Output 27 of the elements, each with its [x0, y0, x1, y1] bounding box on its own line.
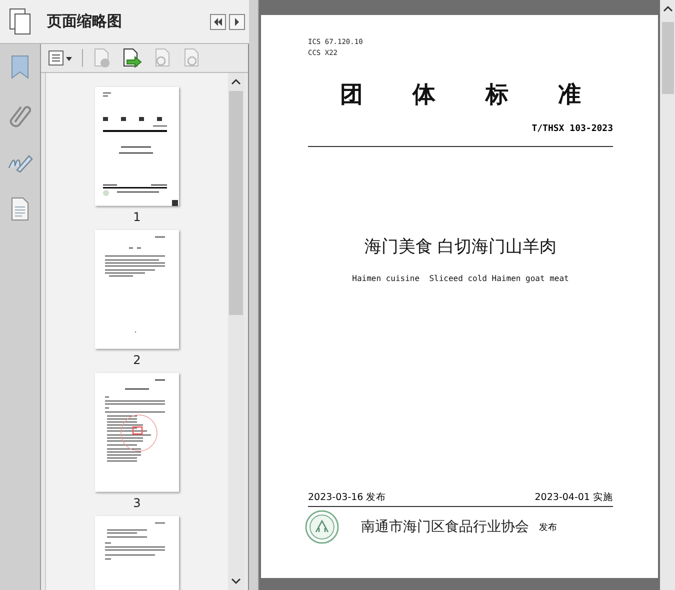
- page-number: 1: [133, 210, 141, 224]
- scrollbar-thumb[interactable]: [229, 91, 243, 315]
- page-number: 2: [133, 353, 141, 367]
- standard-heading: 准: [558, 81, 581, 110]
- issue-date: 2023-03-16 发布: [308, 491, 386, 504]
- document-subtitle: Haimen cuisine Sliceed cold Haimen goat meat: [351, 274, 570, 283]
- document-icon[interactable]: [9, 196, 31, 222]
- collapse-button[interactable]: [210, 14, 226, 30]
- insert-page-icon[interactable]: [121, 48, 143, 68]
- page-thumbnail[interactable]: [95, 87, 179, 206]
- expand-button[interactable]: [229, 14, 245, 30]
- page-thumbnail[interactable]: [95, 373, 179, 492]
- pages-icon[interactable]: [7, 6, 33, 36]
- document-title: 海门美食 白切海门山羊肉: [363, 236, 558, 258]
- page-number: 3: [133, 496, 141, 510]
- standard-heading: 团: [340, 81, 363, 110]
- page-thumbnail[interactable]: [95, 230, 179, 349]
- publisher-suffix: 发布: [539, 522, 557, 534]
- panel-title: 页面缩略图: [47, 12, 122, 31]
- options-menu-icon[interactable]: [47, 49, 73, 67]
- standard-heading: 标: [485, 81, 508, 110]
- scrollbar-thumb[interactable]: [662, 22, 674, 94]
- standard-code: T/THSX 103-2023: [530, 124, 613, 134]
- publisher-name: 南通市海门区食品行业协会: [361, 518, 529, 536]
- seal-logo-icon: [305, 510, 339, 544]
- standard-heading: 体: [412, 81, 436, 110]
- effective-date: 2023-04-01 实施: [534, 491, 613, 504]
